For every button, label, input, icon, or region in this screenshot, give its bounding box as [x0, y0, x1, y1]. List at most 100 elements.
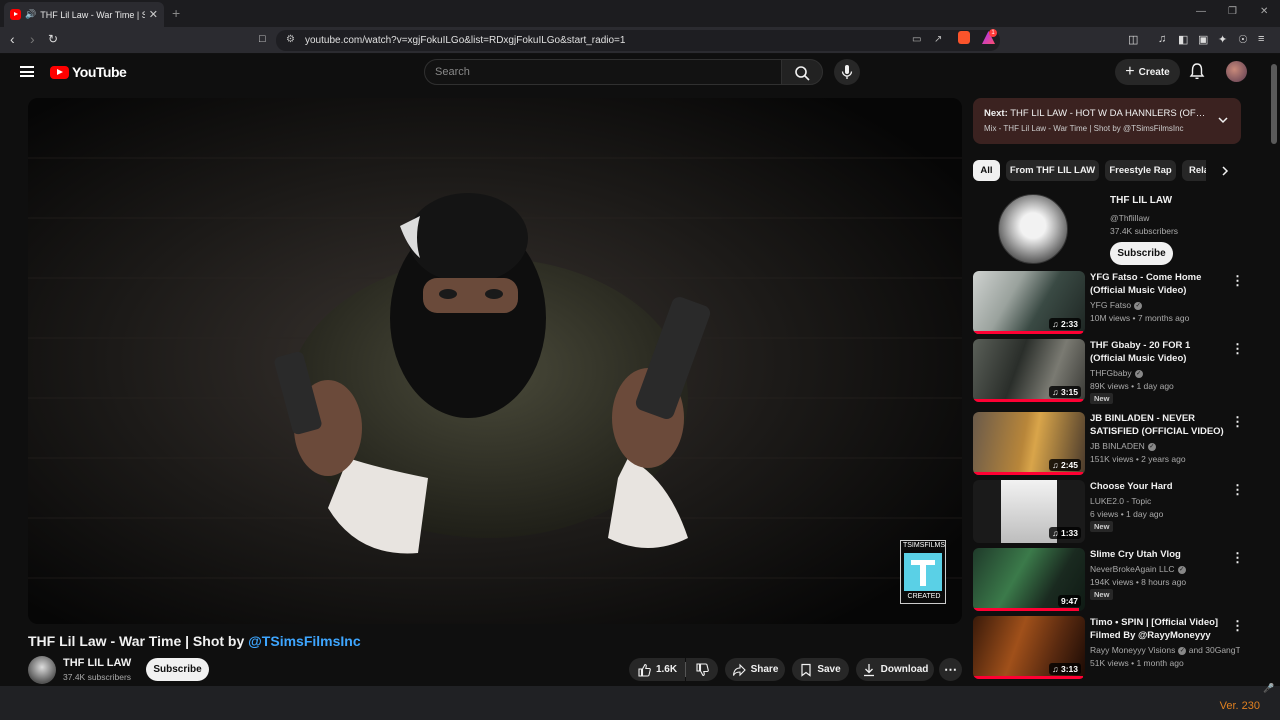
site-info-icon[interactable]: ⚙ — [286, 34, 295, 45]
video-thumbnail[interactable]: 9:47 — [973, 548, 1085, 611]
new-tab-button[interactable]: + — [172, 5, 180, 21]
channel-suffix-text: and 30GangTi... — [1188, 645, 1240, 655]
like-button[interactable]: 1.6K — [629, 658, 685, 681]
music-icon[interactable]: ♫ — [1158, 33, 1166, 45]
channel-card-avatar[interactable] — [998, 194, 1068, 264]
more-actions-button[interactable]: ⋯ — [939, 658, 962, 681]
browser-tab[interactable]: 🔊 THF Lil Law - War Time | Shot ✕ — [4, 2, 164, 27]
recommendation-item[interactable]: ♫ 1:33 Choose Your Hard LUKE2.0 - Topic … — [973, 480, 1253, 544]
share-button[interactable]: Share — [725, 658, 785, 681]
cast-icon[interactable]: ▭ — [912, 34, 921, 45]
recommendation-item[interactable]: ♫ 3:13 Timo • SPIN | [Official Video] Fi… — [973, 616, 1253, 680]
recommendation-channel[interactable]: Rayy Moneyyy Visions✓ and 30GangTi... — [1090, 645, 1240, 655]
account-avatar[interactable] — [1226, 61, 1247, 82]
video-thumbnail[interactable]: ♫ 1:33 — [973, 480, 1085, 543]
video-thumbnail[interactable]: ♫ 2:45 — [973, 412, 1085, 475]
youtube-logo[interactable]: YouTube — [50, 64, 127, 80]
maximize-button[interactable]: ❐ — [1228, 6, 1237, 17]
voice-search-button[interactable] — [834, 59, 860, 85]
recommendation-title[interactable]: JB BINLADEN - NEVER SATISFIED (OFFICIAL … — [1090, 412, 1226, 438]
verified-check-icon: ✓ — [1134, 301, 1143, 310]
recommendation-item[interactable]: ♫ 3:15 THF Gbaby - 20 FOR 1 (Official Mu… — [973, 339, 1253, 404]
more-vertical-icon[interactable]: ⋮ — [1231, 550, 1244, 566]
page-scrollbar[interactable] — [1268, 54, 1280, 686]
recommendation-title[interactable]: Timo • SPIN | [Official Video] Filmed By… — [1090, 616, 1226, 642]
chevron-right-icon[interactable] — [1218, 164, 1232, 178]
wallet-icon[interactable]: ▣ — [1198, 33, 1208, 46]
recommendation-title[interactable]: YFG Fatso - Come Home (Official Music Vi… — [1090, 271, 1226, 297]
video-thumbnail[interactable]: ♫ 3:13 — [973, 616, 1085, 679]
chip-freestyle-rap[interactable]: Freestyle Rap — [1105, 160, 1176, 181]
create-button[interactable]: + Create — [1115, 59, 1180, 85]
chevron-down-icon[interactable] — [1216, 113, 1230, 127]
back-icon[interactable]: ‹ — [10, 31, 15, 47]
logo-text: YouTube — [72, 64, 127, 80]
up-next-card[interactable]: Next: THF LIL LAW - HOT W DA HANNLERS (O… — [973, 98, 1241, 144]
channel-card-name[interactable]: THF LIL LAW — [1110, 195, 1172, 206]
channel-avatar[interactable] — [28, 656, 56, 684]
download-icon — [863, 663, 874, 676]
video-thumbnail[interactable]: ♫ 3:15 — [973, 339, 1085, 402]
recommendation-channel[interactable]: JB BINLADEN ✓ — [1090, 441, 1240, 451]
more-vertical-icon[interactable]: ⋮ — [1231, 414, 1244, 430]
more-vertical-icon[interactable]: ⋮ — [1231, 273, 1244, 289]
next-label: Next: — [984, 108, 1008, 119]
close-window-button[interactable]: ✕ — [1260, 6, 1268, 17]
notifications-bell-icon[interactable] — [1189, 62, 1205, 80]
close-tab-icon[interactable]: ✕ — [149, 8, 158, 21]
recommendation-item[interactable]: 9:47 Slime Cry Utah Vlog NeverBrokeAgain… — [973, 548, 1253, 612]
chip-from-channel[interactable]: From THF LIL LAW — [1006, 160, 1099, 181]
new-badge: New — [1090, 393, 1114, 404]
minimize-button[interactable]: — — [1196, 6, 1206, 17]
share-page-icon[interactable]: ↗ — [934, 34, 942, 45]
brave-shields-icon[interactable] — [958, 31, 970, 44]
video-player[interactable] — [28, 98, 962, 624]
download-button[interactable]: Download — [856, 658, 934, 681]
download-label: Download — [880, 664, 929, 675]
leo-ai-icon[interactable]: ✦ — [1218, 33, 1227, 46]
more-vertical-icon[interactable]: ⋮ — [1231, 618, 1244, 634]
guide-menu-icon[interactable] — [20, 66, 34, 77]
watch-progress-bar — [973, 472, 1083, 475]
channel-watermark[interactable]: TSIMSFILMS CREATED — [900, 540, 946, 604]
reload-icon[interactable]: ↻ — [48, 32, 58, 46]
channel-card-subscribe-button[interactable]: Subscribe — [1110, 242, 1173, 265]
reader-icon[interactable]: ◧ — [1178, 33, 1188, 46]
speaker-icon[interactable]: 🔊 — [25, 9, 36, 20]
recommendation-item[interactable]: ♫ 2:33 YFG Fatso - Come Home (Official M… — [973, 271, 1253, 335]
watch-progress-bar — [973, 608, 1080, 611]
new-badge: New — [1090, 521, 1114, 532]
recommendation-title[interactable]: Slime Cry Utah Vlog — [1090, 548, 1226, 561]
subscribe-button[interactable]: Subscribe — [146, 658, 209, 681]
more-vertical-icon[interactable]: ⋮ — [1231, 341, 1244, 357]
scrollbar-thumb[interactable] — [1271, 64, 1277, 144]
recommendation-channel[interactable]: THFGbaby ✓ — [1090, 368, 1240, 378]
save-button[interactable]: Save — [792, 658, 849, 681]
video-title-mention-link[interactable]: @TSimsFilmsInc — [248, 633, 360, 649]
sidebar-panel-icon[interactable]: ◫ — [1128, 33, 1138, 46]
recommendation-item[interactable]: ♫ 2:45 JB BINLADEN - NEVER SATISFIED (OF… — [973, 412, 1253, 476]
recommendation-channel[interactable]: NeverBrokeAgain LLC ✓ — [1090, 564, 1240, 574]
recommendation-title[interactable]: THF Gbaby - 20 FOR 1 (Official Music Vid… — [1090, 339, 1226, 365]
recommendation-meta: 89K views • 1 day ago — [1090, 381, 1174, 391]
more-vertical-icon[interactable]: ⋮ — [1231, 482, 1244, 498]
forward-icon[interactable]: › — [30, 31, 35, 47]
channel-name[interactable]: THF LIL LAW — [63, 657, 131, 669]
chip-related[interactable]: Related — [1182, 160, 1206, 181]
duration-text: 1:33 — [1060, 528, 1078, 538]
mic-indicator-icon[interactable]: 🎤 — [1263, 683, 1274, 694]
recommendation-channel[interactable]: LUKE2.0 - Topic — [1090, 496, 1240, 506]
menu-icon[interactable]: ≡ — [1258, 33, 1264, 45]
recommendation-channel[interactable]: YFG Fatso ✓ — [1090, 300, 1240, 310]
dislike-button[interactable] — [686, 658, 718, 681]
search-input[interactable] — [425, 60, 781, 84]
url-field[interactable]: ⚙ youtube.com/watch?v=xgjFokuILGo&list=R… — [276, 30, 1000, 51]
bookmark-icon[interactable]: □ — [259, 33, 266, 45]
video-thumbnail[interactable]: ♫ 2:33 — [973, 271, 1085, 334]
channel-text: LUKE2.0 - Topic — [1090, 496, 1152, 506]
recommendation-title[interactable]: Choose Your Hard — [1090, 480, 1226, 493]
video-duration: ♫ 1:33 — [1049, 527, 1081, 539]
chip-all[interactable]: All — [973, 160, 1000, 181]
search-button[interactable] — [781, 59, 823, 85]
vpn-icon[interactable]: ☉ — [1238, 33, 1248, 46]
